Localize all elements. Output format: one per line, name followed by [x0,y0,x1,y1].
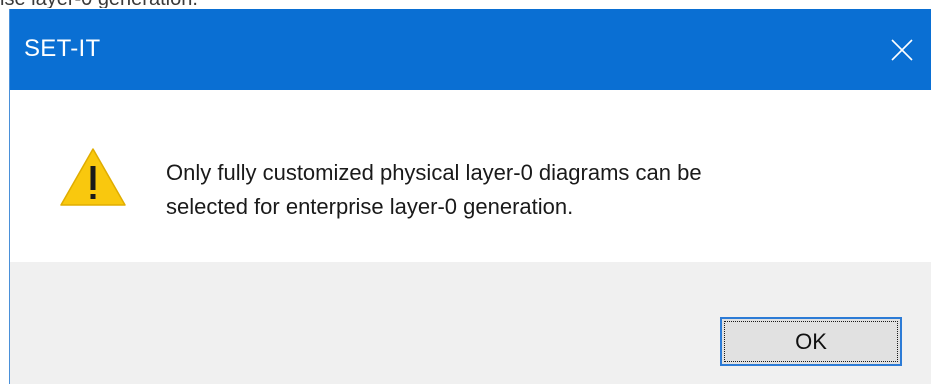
dialog-message: Only fully customized physical layer-0 d… [166,156,886,224]
message-line-1: Only fully customized physical layer-0 d… [166,160,702,185]
ok-button-label: OK [795,328,827,354]
close-button[interactable] [873,9,931,90]
close-icon [891,38,913,61]
dialog-title: SET-IT [24,35,101,62]
message-line-2: selected for enterprise layer-0 generati… [166,194,574,219]
dialog-footer: OK [10,262,931,384]
ok-button[interactable]: OK [720,317,902,366]
message-dialog: SET-IT Only fully customized physical la… [9,9,931,384]
warning-icon [60,148,126,206]
dialog-titlebar[interactable]: SET-IT [10,9,931,90]
background-window-text: ise layer-0 generation. [0,0,931,8]
dialog-content: Only fully customized physical layer-0 d… [10,90,931,262]
